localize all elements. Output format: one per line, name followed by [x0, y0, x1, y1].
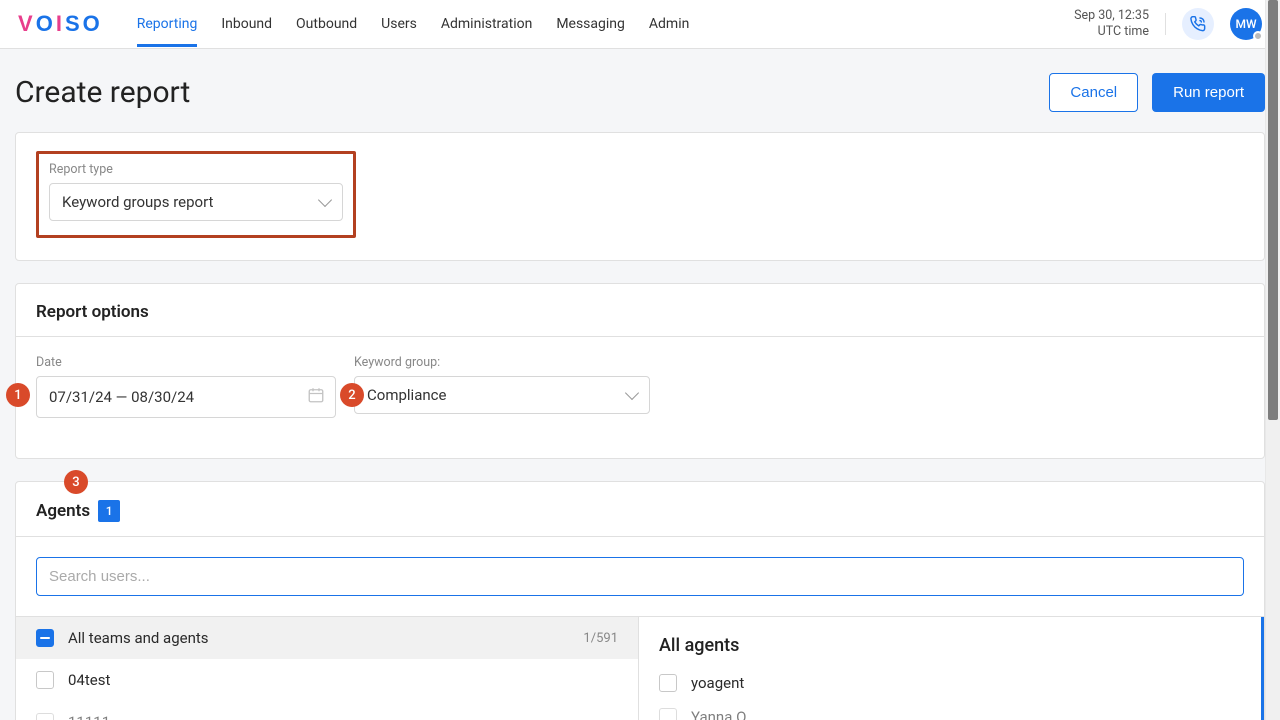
agent-label: Yanna O [691, 708, 746, 720]
agent-row[interactable]: Yanna O [639, 700, 1261, 720]
time-line2: UTC time [1074, 24, 1149, 40]
report-type-value: Keyword groups report [62, 193, 213, 211]
agents-search-wrap [16, 537, 1264, 617]
report-options-body: 1 Date 07/31/24 — 08/30/24 2 Keyword gro… [16, 337, 1264, 458]
topbar-right: Sep 30, 12:35 UTC time MW [1074, 8, 1262, 41]
marker-3: 3 [64, 470, 88, 494]
agents-selected-count: 1 [98, 500, 120, 522]
date-field: 1 Date 07/31/24 — 08/30/24 [36, 355, 336, 418]
header-actions: Cancel Run report [1049, 73, 1265, 112]
primary-nav: Reporting Inbound Outbound Users Adminis… [137, 2, 1074, 47]
report-type-card: Report type Keyword groups report [15, 132, 1265, 261]
keyword-group-field: 2 Keyword group: Compliance [354, 355, 650, 414]
calendar-icon [307, 386, 325, 408]
page-scrollbar[interactable] [1265, 0, 1280, 720]
avatar-initials: MW [1235, 17, 1256, 31]
dialer-button[interactable] [1182, 8, 1214, 40]
checkbox-icon[interactable] [36, 713, 54, 720]
date-label: Date [36, 355, 336, 370]
nav-messaging[interactable]: Messaging [556, 2, 625, 47]
marker-1: 1 [6, 383, 30, 407]
page-header: Create report Cancel Run report [15, 49, 1265, 132]
team-label: All teams and agents [68, 629, 209, 647]
agent-row[interactable]: yoagent [639, 666, 1261, 700]
phone-icon [1190, 16, 1206, 32]
date-range-input[interactable]: 07/31/24 — 08/30/24 [36, 376, 336, 418]
team-label: 04test [68, 671, 110, 689]
report-options-card: Report options 1 Date 07/31/24 — 08/30/2… [15, 283, 1265, 459]
keyword-group-label: Keyword group: [354, 355, 650, 370]
report-type-label: Report type [49, 162, 343, 177]
agents-title-row: Agents 1 [16, 482, 1264, 537]
team-count: 1/591 [583, 631, 618, 646]
brand-logo: V O I S O [18, 11, 101, 37]
chevron-down-icon [318, 193, 332, 207]
chevron-down-icon [625, 386, 639, 400]
nav-users[interactable]: Users [381, 2, 417, 47]
nav-inbound[interactable]: Inbound [221, 2, 272, 47]
marker-2: 2 [340, 383, 364, 407]
teams-column: All teams and agents 1/591 04test 11111 [16, 617, 639, 720]
checkbox-icon[interactable] [36, 671, 54, 689]
page-title: Create report [15, 75, 190, 110]
page-body: Create report Cancel Run report Report t… [0, 49, 1280, 720]
team-label: 11111 [68, 713, 110, 720]
agents-card: 3 Agents 1 All teams and agents 1/591 [15, 481, 1265, 720]
checkbox-icon[interactable] [659, 708, 677, 720]
scrollbar-thumb[interactable] [1268, 0, 1278, 420]
report-type-select[interactable]: Keyword groups report [49, 183, 343, 221]
nav-outbound[interactable]: Outbound [296, 2, 357, 47]
nav-administration[interactable]: Administration [441, 2, 532, 47]
agents-col-title: All agents [639, 617, 1261, 666]
agent-label: yoagent [691, 674, 744, 692]
agents-search-input[interactable] [36, 557, 1244, 596]
checkbox-icon[interactable] [659, 674, 677, 692]
report-options-title: Report options [16, 284, 1264, 337]
team-row-all[interactable]: All teams and agents 1/591 [16, 617, 638, 659]
checkbox-indeterminate-icon[interactable] [36, 629, 54, 647]
server-time: Sep 30, 12:35 UTC time [1074, 8, 1149, 41]
report-type-highlight: Report type Keyword groups report [36, 151, 356, 238]
time-line1: Sep 30, 12:35 [1074, 8, 1149, 24]
nav-reporting[interactable]: Reporting [137, 2, 198, 47]
agents-title: Agents [36, 501, 90, 521]
presence-dot [1253, 31, 1263, 41]
user-avatar[interactable]: MW [1230, 8, 1262, 40]
cancel-button[interactable]: Cancel [1049, 73, 1138, 112]
divider [1165, 13, 1166, 35]
team-row[interactable]: 04test [16, 659, 638, 701]
agents-column: All agents yoagent Yanna O [639, 617, 1264, 720]
top-nav: V O I S O Reporting Inbound Outbound Use… [0, 0, 1280, 49]
team-row[interactable]: 11111 [16, 701, 638, 720]
agents-columns: All teams and agents 1/591 04test 11111 … [16, 617, 1264, 720]
run-report-button[interactable]: Run report [1152, 73, 1265, 112]
keyword-group-select[interactable]: Compliance [354, 376, 650, 414]
keyword-group-value: Compliance [367, 386, 446, 404]
date-range-value: 07/31/24 — 08/30/24 [49, 388, 194, 406]
nav-admin[interactable]: Admin [649, 2, 689, 47]
